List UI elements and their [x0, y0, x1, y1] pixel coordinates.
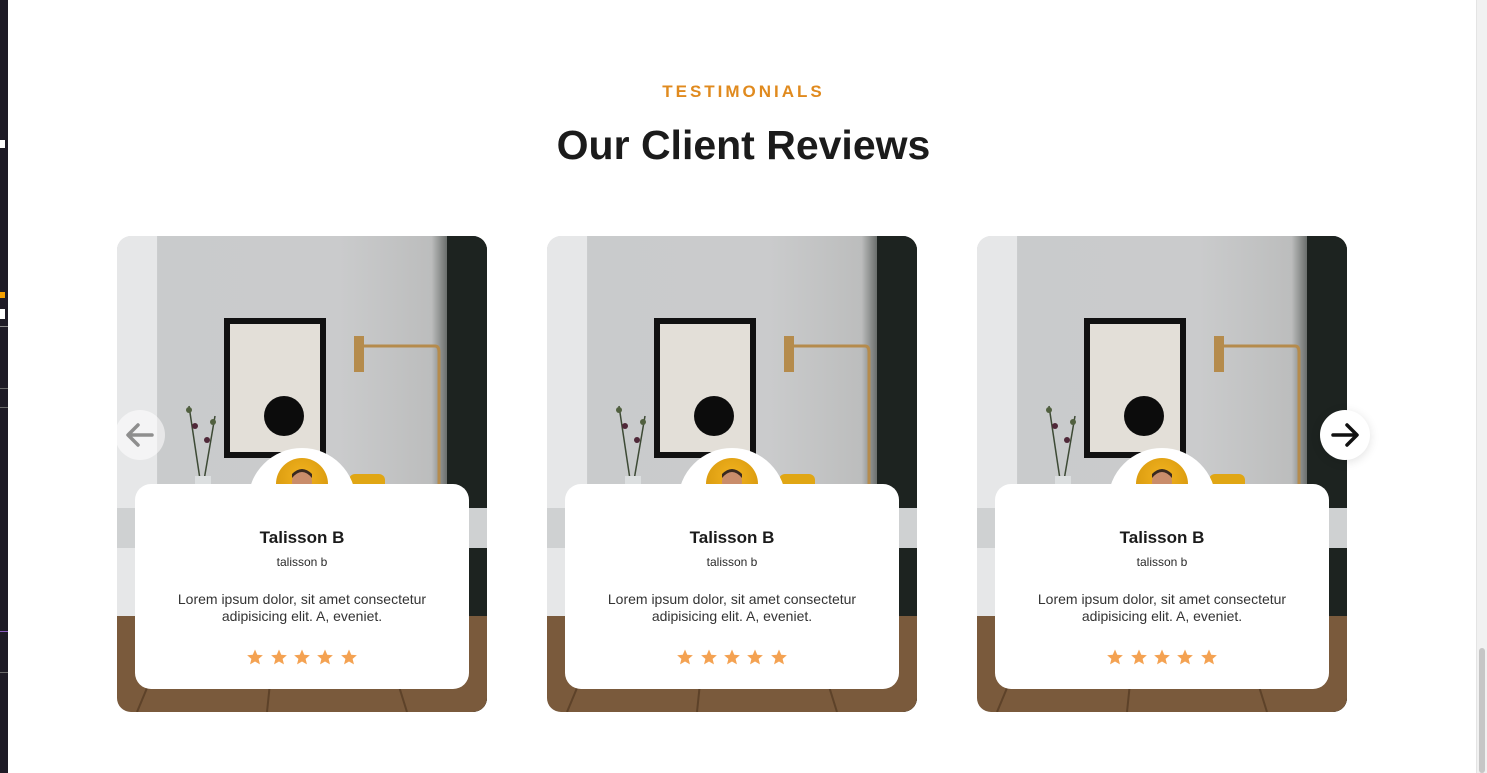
star-icon [1201, 649, 1217, 665]
carousel-next-button[interactable] [1320, 410, 1370, 460]
testimonials-carousel: Talisson B talisson b Lorem ipsum dolor,… [117, 236, 1369, 712]
testimonial-info: Talisson B talisson b Lorem ipsum dolor,… [135, 484, 469, 689]
star-icon [341, 649, 357, 665]
star-icon [270, 649, 287, 665]
star-icon [247, 649, 263, 665]
star-icon [677, 649, 693, 665]
star-icon [771, 649, 787, 665]
star-icon [1130, 649, 1147, 665]
carousel-prev-button[interactable] [115, 410, 165, 460]
star-icon [294, 649, 310, 665]
reviewer-name: Talisson B [259, 528, 345, 547]
reviewer-handle: talisson b [276, 555, 328, 569]
star-rating [135, 648, 469, 666]
reviewer-name: Talisson B [689, 528, 775, 547]
star-icon [1154, 649, 1170, 665]
reviewer-handle: talisson b [1136, 555, 1188, 569]
scrollbar-thumb[interactable] [1479, 648, 1485, 773]
star-icon [724, 649, 740, 665]
star-icon [1107, 649, 1123, 665]
testimonial-info: Talisson B talisson b Lorem ipsum dolor,… [995, 484, 1329, 689]
star-icon [1177, 649, 1194, 665]
testimonial-info: Talisson B talisson b Lorem ipsum dolor,… [565, 484, 899, 689]
arrow-left-icon [126, 423, 154, 447]
page-scrollbar[interactable] [1476, 0, 1487, 773]
review-text: Lorem ipsum dolor, sit amet consectetur … [1037, 591, 1287, 624]
testimonial-card: Talisson B talisson b Lorem ipsum dolor,… [547, 236, 917, 712]
review-text: Lorem ipsum dolor, sit amet consectetur … [177, 591, 427, 624]
star-icon [700, 649, 717, 665]
section-eyebrow: TESTIMONIALS [662, 82, 825, 101]
section-title: Our Client Reviews [556, 122, 931, 168]
testimonial-card: Talisson B talisson b Lorem ipsum dolor,… [117, 236, 487, 712]
review-text: Lorem ipsum dolor, sit amet consectetur … [607, 591, 857, 624]
star-rating [565, 648, 899, 666]
testimonial-card: Talisson B talisson b Lorem ipsum dolor,… [977, 236, 1347, 712]
star-rating [995, 648, 1329, 666]
left-window-edge [0, 0, 8, 773]
star-icon [747, 649, 764, 665]
reviewer-handle: talisson b [706, 555, 758, 569]
arrow-right-icon [1331, 423, 1359, 447]
reviewer-name: Talisson B [1119, 528, 1205, 547]
star-icon [317, 649, 334, 665]
